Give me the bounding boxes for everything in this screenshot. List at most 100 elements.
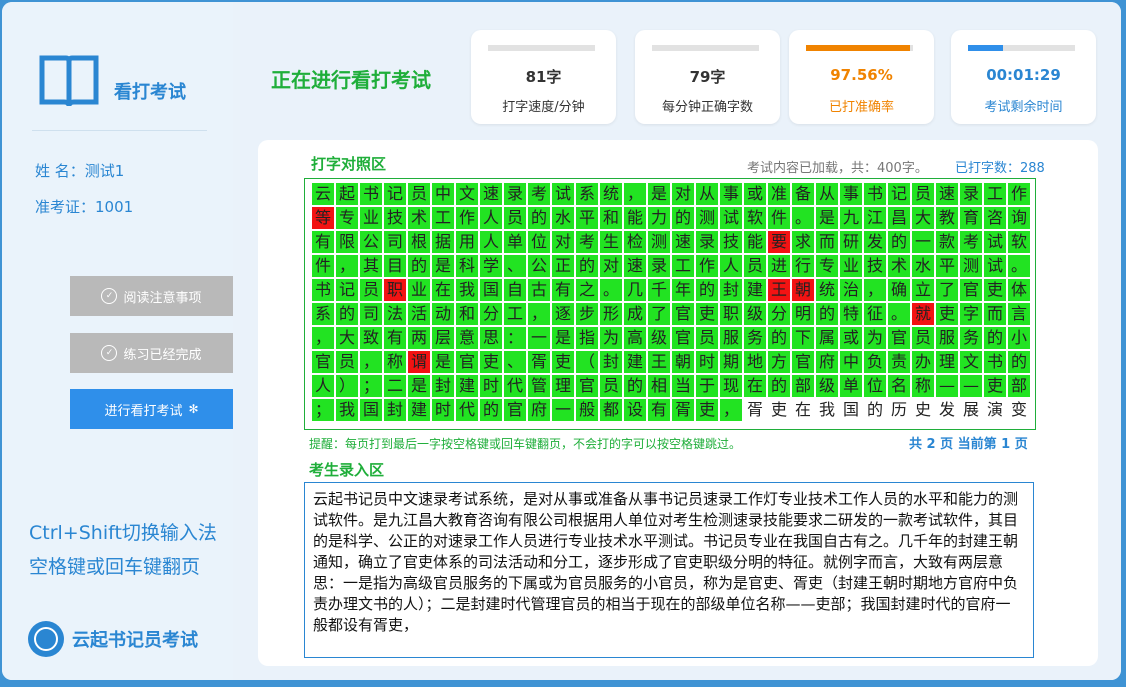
compare-char: 司 — [360, 303, 382, 325]
compare-char: 吏 — [984, 375, 1006, 397]
compare-char: 现 — [720, 375, 742, 397]
compare-char: 几 — [624, 279, 646, 301]
compare-char: 般 — [576, 399, 598, 421]
compare-char: 和 — [456, 303, 478, 325]
stat-label: 打字速度/分钟 — [502, 100, 585, 115]
compare-char: 封 — [600, 351, 622, 373]
compare-char: 能 — [624, 207, 646, 229]
compare-char: 云 — [312, 183, 334, 205]
compare-char: 是 — [408, 375, 430, 397]
app-window: 看打考试 姓 名：测试1 准考证：1001 ✓ 阅读注意事项 ✓ 练习已经完成 … — [2, 2, 1121, 680]
compare-char: 大 — [336, 327, 358, 349]
compare-char: 理 — [552, 375, 574, 397]
compare-char: 官 — [576, 375, 598, 397]
compare-char: 称 — [912, 375, 934, 397]
compare-char: 生 — [600, 231, 622, 253]
compare-char: 记 — [336, 279, 358, 301]
compare-title: 打字对照区 — [311, 155, 387, 173]
compare-char: 吏 — [552, 351, 574, 373]
typing-input[interactable]: 云起书记员中文速录考试系统，是对从事或准备从事书记员速录工作灯专业技术工作人员的… — [304, 482, 1034, 658]
compare-char: 员 — [408, 183, 430, 205]
compare-char: 建 — [624, 351, 646, 373]
compare-char: 或 — [744, 183, 766, 205]
compare-char: 业 — [360, 207, 382, 229]
compare-char: 测 — [960, 255, 982, 277]
compare-char: 限 — [336, 231, 358, 253]
compare-char: 专 — [336, 207, 358, 229]
app-title: 看打考试 — [114, 82, 186, 103]
compare-char: 胥 — [528, 351, 550, 373]
compare-line: 人）；二是封建时代管理官员的相当于现在的部级单位名称 — — 吏部 — [312, 375, 1030, 397]
compare-char: 法 — [384, 303, 406, 325]
compare-line: 云起书记员中文速录考试系统，是对从事或准备从事书记员速录工作 — [312, 183, 1030, 205]
compare-char: 技 — [720, 231, 742, 253]
compare-char: 书 — [360, 183, 382, 205]
compare-char: 单 — [504, 231, 526, 253]
compare-char: 官 — [456, 351, 478, 373]
compare-char: 字 — [960, 303, 982, 325]
compare-char: 位 — [528, 231, 550, 253]
compare-char: 王 — [648, 351, 670, 373]
compare-char: 名 — [888, 375, 910, 397]
compare-char: 软 — [744, 207, 766, 229]
compare-char: 是 — [432, 255, 454, 277]
page-indicator: 共 2 页 当前第 1 页 — [909, 437, 1028, 452]
compare-char: 官 — [312, 351, 334, 373]
input-method-hint: Ctrl+Shift切换输入法 — [29, 522, 217, 544]
compare-char: 是 — [648, 183, 670, 205]
compare-char: 自 — [504, 279, 526, 301]
compare-char: 录 — [960, 183, 982, 205]
compare-char: 技 — [864, 255, 886, 277]
page-tip: 提醒：每页打到最后一字按空格键或回车键翻页，不会打的字可以按空格键跳过。 — [309, 437, 742, 451]
compare-char: 职 — [384, 279, 406, 301]
compare-char: 一 — [528, 327, 550, 349]
compare-char: ， — [528, 303, 550, 325]
compare-char: 成 — [624, 303, 646, 325]
compare-char: 考 — [576, 231, 598, 253]
compare-char: 了 — [648, 303, 670, 325]
step-exam-button[interactable]: 进行看打考试 ✻ — [70, 389, 233, 429]
compare-line: 等专业技术工作人员的水平和能力的测试软件。是九江昌大教育咨询 — [312, 207, 1030, 229]
compare-char: 准 — [768, 183, 790, 205]
compare-char: ； — [360, 375, 382, 397]
compare-char: 一 — [552, 399, 574, 421]
compare-char: 管 — [528, 375, 550, 397]
stat-value: 81字 — [525, 68, 562, 86]
step-read-notice-button[interactable]: ✓ 阅读注意事项 — [70, 276, 233, 316]
compare-char: 作 — [1008, 183, 1030, 205]
compare-char: 位 — [864, 375, 886, 397]
compare-char: 建 — [744, 279, 766, 301]
stat-timer-card: 00:01:29 考试剩余时间 — [951, 30, 1096, 124]
compare-char: 专 — [816, 255, 838, 277]
compare-char: 就 — [912, 303, 934, 325]
stat-accuracy-card: 97.56% 已打准确率 — [789, 30, 934, 124]
compare-char: 下 — [792, 327, 814, 349]
compare-char: 朝 — [672, 351, 694, 373]
compare-char: 理 — [936, 351, 958, 373]
compare-line: 件，其目的是科学、公正的对速录工作人员进行专业技术水平测试。 — [312, 255, 1030, 277]
compare-char: 服 — [720, 327, 742, 349]
compare-char: 书 — [984, 351, 1006, 373]
compare-char: 对 — [552, 231, 574, 253]
compare-char: 封 — [720, 279, 742, 301]
compare-char: 的 — [768, 375, 790, 397]
book-icon — [39, 55, 99, 107]
stat-bar-fill — [806, 45, 911, 51]
compare-char: 时 — [696, 351, 718, 373]
compare-char: 特 — [840, 303, 862, 325]
compare-char: 咨 — [984, 207, 1006, 229]
compare-char: 业 — [408, 279, 430, 301]
compare-char: 言 — [1008, 303, 1030, 325]
compare-char: 吏 — [984, 279, 1006, 301]
compare-char: 的 — [984, 327, 1006, 349]
compare-char: 和 — [600, 207, 622, 229]
compare-char: 测 — [648, 231, 670, 253]
compare-char: 书 — [312, 279, 334, 301]
compare-char: 官 — [888, 327, 910, 349]
compare-char: ， — [360, 351, 382, 373]
compare-char: 的 — [672, 207, 694, 229]
compare-char: 官 — [792, 351, 814, 373]
compare-char: 司 — [384, 231, 406, 253]
compare-char: 部 — [1008, 375, 1030, 397]
step-practice-button[interactable]: ✓ 练习已经完成 — [70, 333, 233, 373]
